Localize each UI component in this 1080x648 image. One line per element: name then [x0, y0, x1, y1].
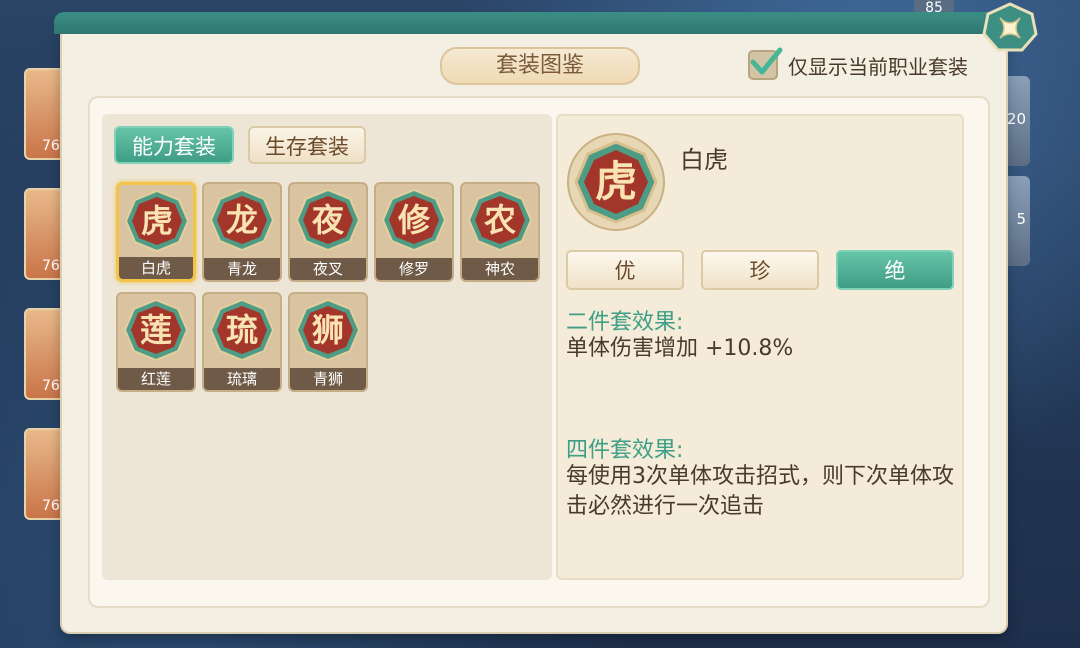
set-card-name: 青龙 [204, 258, 280, 280]
set-emblem-char: 狮 [311, 311, 344, 349]
class-filter-checkbox[interactable] [748, 47, 783, 80]
set-card[interactable]: 莲红莲 [116, 292, 196, 392]
set-emblem-char: 夜 [311, 201, 344, 239]
set-emblem-icon: 虎 [124, 189, 190, 253]
panel-title: 套装图鉴 [440, 47, 640, 85]
set-emblem-char: 修 [397, 201, 430, 239]
four-piece-effect-text: 每使用3次单体攻击招式，则下次单体攻击必然进行一次追击 [566, 464, 954, 519]
tab-survival-sets[interactable]: 生存套装 [248, 126, 366, 164]
two-piece-effect-heading: 二件套效果: [566, 310, 684, 335]
set-card[interactable]: 虎白虎 [116, 182, 196, 282]
checkmark-icon [750, 47, 783, 75]
set-emblem-char: 虎 [140, 202, 173, 240]
set-card[interactable]: 修修罗 [374, 182, 454, 282]
class-filter-toggle[interactable]: 仅显示当前职业套装 [748, 47, 968, 80]
panel-top-band [54, 12, 1014, 34]
set-card[interactable]: 琉琉璃 [202, 292, 282, 392]
set-card[interactable]: 夜夜叉 [288, 182, 368, 282]
set-card[interactable]: 龙青龙 [202, 182, 282, 282]
set-emblem-char: 农 [483, 201, 516, 239]
set-card-name: 神农 [462, 258, 538, 280]
set-emblem-char: 琉 [225, 311, 258, 349]
tab-ability-sets[interactable]: 能力套装 [114, 126, 234, 164]
grade-button-excellent[interactable]: 优 [566, 250, 684, 290]
set-card-name: 修罗 [376, 258, 452, 280]
selected-set-char: 虎 [594, 157, 637, 206]
set-emblem-char: 龙 [225, 201, 258, 239]
grade-button-legendary[interactable]: 绝 [836, 250, 954, 290]
set-emblem-char: 莲 [139, 311, 172, 349]
set-card[interactable]: 狮青狮 [288, 292, 368, 392]
set-emblem-icon: 农 [467, 188, 533, 252]
four-piece-effect-heading: 四件套效果: [566, 438, 684, 463]
selected-set-emblem: 虎 [566, 132, 666, 232]
set-emblem-icon: 龙 [209, 188, 275, 252]
close-button[interactable] [982, 2, 1038, 54]
set-emblem-icon: 修 [381, 188, 447, 252]
two-piece-effect-text: 单体伤害增加 +10.8% [566, 336, 794, 361]
set-card-name: 红莲 [118, 368, 194, 390]
set-card-name: 青狮 [290, 368, 366, 390]
set-emblem-icon: 琉 [209, 298, 275, 362]
set-card[interactable]: 农神农 [460, 182, 540, 282]
set-emblem-icon: 夜 [295, 188, 361, 252]
close-icon [982, 2, 1038, 52]
set-card-name: 白虎 [119, 257, 193, 279]
class-filter-label: 仅显示当前职业套装 [788, 54, 968, 79]
set-emblem-icon: 狮 [295, 298, 361, 362]
set-card-name: 琉璃 [204, 368, 280, 390]
set-emblem-icon: 莲 [123, 298, 189, 362]
grade-button-rare[interactable]: 珍 [701, 250, 819, 290]
selected-set-name: 白虎 [680, 146, 728, 174]
set-card-name: 夜叉 [290, 258, 366, 280]
